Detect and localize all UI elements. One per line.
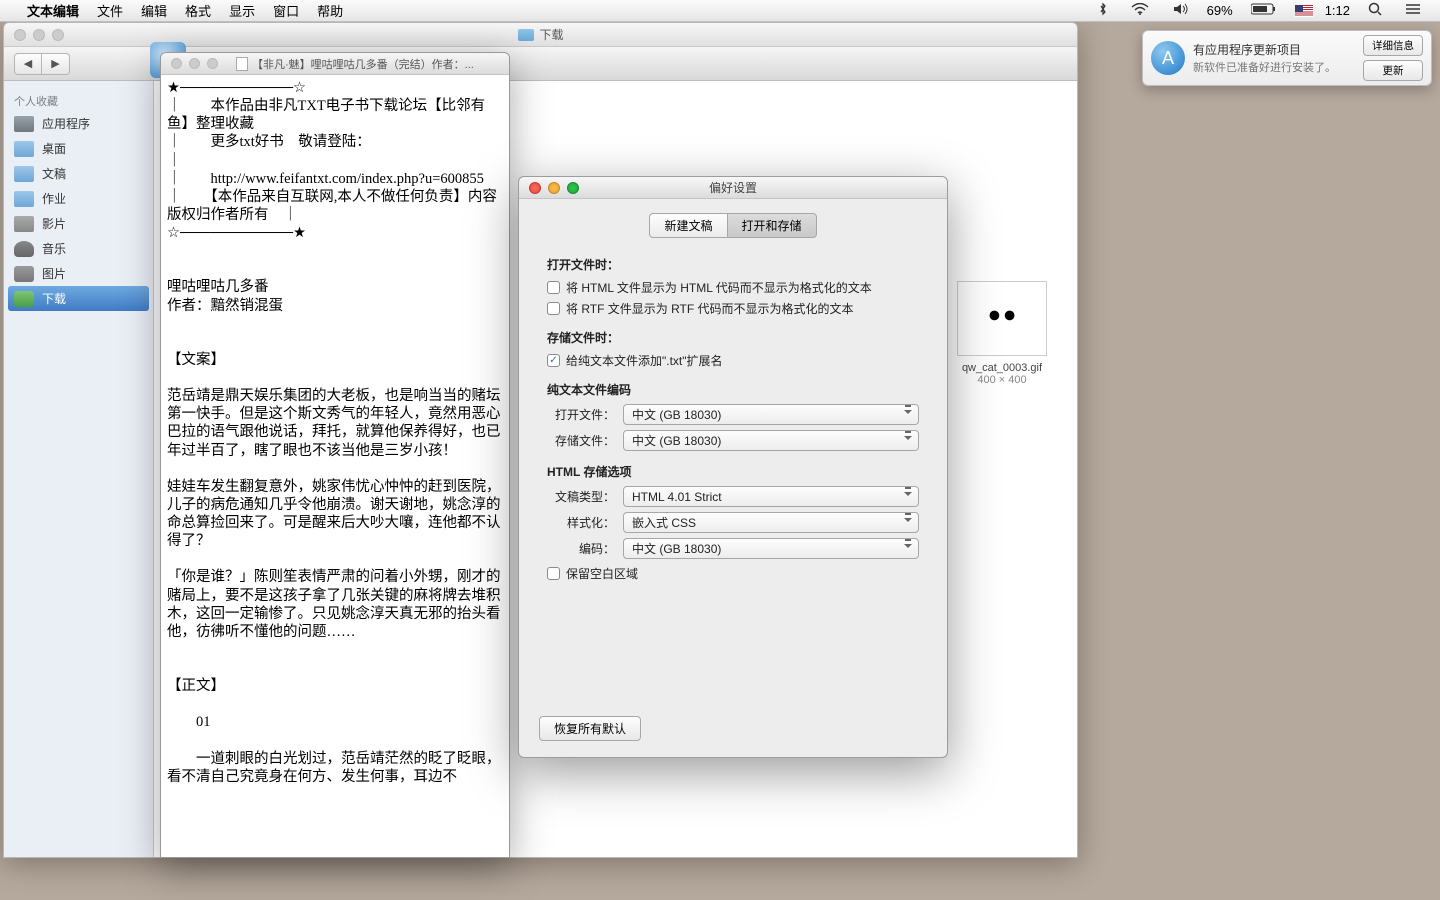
sidebar-item-homework[interactable]: 作业 [4,186,153,211]
input-source-icon[interactable] [1295,5,1313,17]
wifi-icon[interactable] [1125,3,1155,18]
menu-view[interactable]: 显示 [220,1,264,20]
sidebar-item-music[interactable]: 音乐 [4,236,153,261]
sidebar-item-documents[interactable]: 文稿 [4,161,153,186]
battery-percent[interactable]: 69% [1207,3,1233,18]
forward-button[interactable]: ▶ [42,53,70,75]
checkbox-html-code[interactable] [547,281,560,294]
prefs-title: 偏好设置 [709,179,757,196]
save-encoding-select[interactable]: 中文 (GB 18030) [623,430,919,451]
update-notification: A 有应用程序更新项目 新软件已准备好进行安装了。 详细信息 更新 [1142,30,1432,86]
notification-subtitle: 新软件已准备好进行安装了。 [1193,59,1355,75]
finder-traffic-lights[interactable] [14,29,64,41]
notification-title: 有应用程序更新项目 [1193,41,1355,58]
restore-defaults-button[interactable]: 恢复所有默认 [539,716,641,741]
textedit-window: 【非凡·魅】哩咕哩咕几多番（完结）作者：... ★───────────☆ ｜ … [160,52,510,858]
notification-details-button[interactable]: 详细信息 [1363,35,1423,56]
notification-center-icon[interactable] [1400,3,1426,18]
doctype-select[interactable]: HTML 4.01 Strict [623,486,919,507]
menu-help[interactable]: 帮助 [308,1,352,20]
spotlight-icon[interactable] [1362,2,1388,19]
tab-new-document[interactable]: 新建文稿 [649,213,727,238]
folder-icon [517,29,533,41]
notification-update-button[interactable]: 更新 [1363,60,1423,81]
html-encoding-select[interactable]: 中文 (GB 18030) [623,538,919,559]
appstore-icon: A [1151,41,1185,75]
checkbox-txt-ext[interactable]: ✓ [547,354,560,367]
menu-file[interactable]: 文件 [88,1,132,20]
checkbox-preserve-blank[interactable] [547,567,560,580]
file-thumb[interactable]: qw_cat_0003.gif 400 × 400 [937,281,1067,386]
finder-title: 下载 [539,26,563,43]
clock[interactable]: 1:12 [1325,3,1350,18]
textedit-title: 【非凡·魅】哩咕哩咕几多番（完结）作者：... [252,56,474,72]
preferences-window: 偏好设置 新建文稿 打开和存储 打开文件时： 将 HTML 文件显示为 HTML… [518,176,948,758]
save-section-label: 存储文件时： [547,329,919,346]
menu-format[interactable]: 格式 [176,1,220,20]
back-button[interactable]: ◀ [14,53,42,75]
sidebar-item-downloads[interactable]: 下载 [8,286,149,311]
menu-window[interactable]: 窗口 [264,1,308,20]
sidebar-item-movies[interactable]: 影片 [4,211,153,236]
menu-bar: 文本编辑 文件 编辑 格式 显示 窗口 帮助 69% 1:12 [0,0,1440,22]
checkbox-rtf-code[interactable] [547,302,560,315]
sidebar-item-pictures[interactable]: 图片 [4,261,153,286]
prefs-traffic-lights[interactable] [529,182,579,194]
volume-icon[interactable] [1167,3,1195,18]
tab-open-save[interactable]: 打开和存储 [728,213,817,238]
sidebar-item-applications[interactable]: 应用程序 [4,111,153,136]
finder-sidebar: 个人收藏 应用程序 桌面 文稿 作业 影片 音乐 图片 下载 [4,81,154,857]
html-section-label: HTML 存储选项 [547,463,919,480]
textedit-traffic-lights[interactable] [171,58,218,69]
document-icon [236,57,248,71]
encoding-section-label: 纯文本文件编码 [547,381,919,398]
open-encoding-select[interactable]: 中文 (GB 18030) [623,404,919,425]
menu-edit[interactable]: 编辑 [132,1,176,20]
textedit-document[interactable]: ★───────────☆ ｜ 本作品由非凡TXT电子书下载论坛【比邻有鱼】整理… [161,75,509,857]
style-select[interactable]: 嵌入式 CSS [623,512,919,533]
sidebar-header: 个人收藏 [4,87,153,111]
app-menu[interactable]: 文本编辑 [18,1,88,20]
bluetooth-icon[interactable] [1093,2,1113,19]
battery-icon[interactable] [1245,3,1283,18]
open-section-label: 打开文件时： [547,256,919,273]
sidebar-item-desktop[interactable]: 桌面 [4,136,153,161]
